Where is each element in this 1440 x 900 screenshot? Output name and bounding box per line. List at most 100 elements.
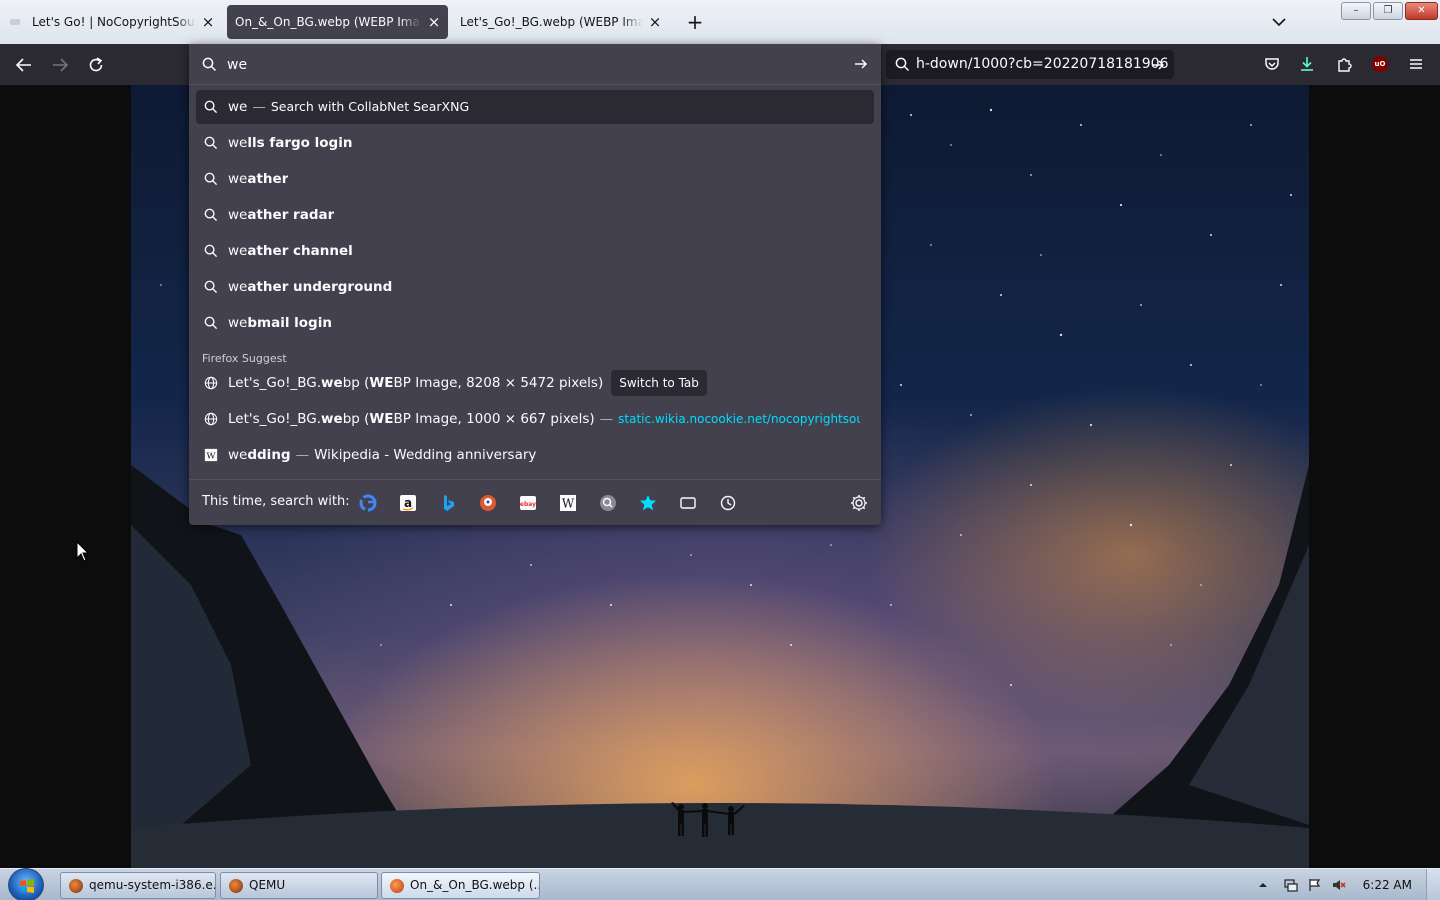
history-icon[interactable]: [718, 493, 738, 513]
chevron-down-icon: [1272, 18, 1286, 27]
separator-dash: —: [295, 447, 310, 463]
searxng-icon[interactable]: [598, 493, 618, 513]
firefox-icon: [390, 879, 404, 893]
wikipedia-icon: W: [204, 448, 218, 462]
suggestion-search-engine[interactable]: we — Search with CollabNet SearXNG: [196, 90, 874, 124]
arrow-right-icon: [53, 58, 69, 72]
taskbar-item-firefox[interactable]: On_&_On_BG.webp (...: [381, 872, 540, 899]
new-tab-button[interactable]: +: [684, 8, 706, 36]
taskbar-item-qemu-system[interactable]: qemu-system-i386.e...: [60, 872, 216, 899]
list-all-tabs-button[interactable]: [1268, 10, 1290, 34]
duckduckgo-icon[interactable]: [478, 493, 498, 513]
suggestion-item[interactable]: weather underground: [196, 270, 874, 304]
separator-dash: —: [252, 99, 266, 115]
tab-close-icon[interactable]: ×: [426, 5, 442, 39]
search-icon: [204, 136, 218, 150]
windows-taskbar: qemu-system-i386.e... QEMU On_&_On_BG.we…: [0, 868, 1440, 900]
tab-close-icon[interactable]: ×: [647, 5, 663, 39]
reload-button[interactable]: [83, 52, 109, 78]
search-icon: [204, 172, 218, 186]
search-settings-button[interactable]: [849, 493, 869, 513]
suggestion-item[interactable]: weather channel: [196, 234, 874, 268]
tab-title: Let's Go! | NoCopyrightSounds: [32, 15, 196, 29]
suggestion-typed: we: [228, 207, 248, 223]
search-icon: [204, 244, 218, 258]
tab-lets-go[interactable]: Let's Go! | NoCopyrightSounds ×: [8, 5, 222, 39]
network-icon[interactable]: [1284, 878, 1298, 892]
tabs-icon[interactable]: [678, 493, 698, 513]
suggestion-typed: we: [228, 135, 248, 151]
suggestion-item[interactable]: wells fargo login: [196, 126, 874, 160]
urlbar-secondary-text: h-down/1000?cb=20220718181906: [916, 56, 1169, 72]
suggestion-typed: we: [228, 243, 248, 259]
tab-close-icon[interactable]: ×: [200, 5, 216, 39]
bing-icon[interactable]: [438, 493, 458, 513]
separator-dash: —: [599, 411, 614, 427]
svg-text:ebay: ebay: [520, 501, 536, 508]
close-window-button[interactable]: ✕: [1405, 2, 1438, 20]
downloads-button[interactable]: [1296, 53, 1318, 75]
show-desktop-button[interactable]: [1426, 869, 1440, 900]
download-icon: [1301, 57, 1313, 71]
tab-title: Let's_Go!_BG.webp (WEBP Image, 8208 × 54…: [460, 15, 643, 29]
minimize-button[interactable]: –: [1341, 2, 1371, 20]
search-icon: [204, 100, 218, 114]
ublock-origin-icon[interactable]: uO: [1372, 56, 1388, 72]
taskbar-item-label: QEMU: [249, 878, 286, 892]
back-button[interactable]: [11, 52, 37, 78]
search-icon: [202, 57, 217, 72]
people-silhouette: [671, 802, 745, 837]
suggestion-completion: ather channel: [247, 243, 353, 259]
firefox-suggest-label: Firefox Suggest: [202, 352, 287, 365]
hamburger-menu-icon: [1410, 59, 1422, 69]
show-hidden-icons-icon[interactable]: [1256, 878, 1270, 892]
suggestion-completion: bmail login: [247, 315, 332, 331]
qemu-icon: [229, 879, 243, 893]
system-tray: 6:22 AM: [1250, 869, 1440, 900]
suggestion-item[interactable]: webmail login: [196, 306, 874, 340]
taskbar-item-label: On_&_On_BG.webp (...: [410, 878, 540, 892]
suggestion-history[interactable]: Let's_Go!_BG.webp (WEBP Image, 1000 × 66…: [196, 402, 874, 436]
wikipedia-icon[interactable]: W: [558, 493, 578, 513]
system-clock[interactable]: 6:22 AM: [1363, 869, 1412, 900]
suggestion-typed: we: [228, 447, 248, 463]
action-center-flag-icon[interactable]: [1308, 878, 1322, 892]
search-icon: [204, 316, 218, 330]
forward-button[interactable]: [47, 52, 73, 78]
result-title-match: we: [321, 375, 343, 391]
globe-icon: [204, 412, 218, 426]
google-icon[interactable]: [358, 493, 378, 513]
app-menu-button[interactable]: [1405, 53, 1427, 75]
go-arrow-icon[interactable]: [1150, 57, 1166, 73]
start-button[interactable]: [8, 868, 44, 900]
suggestion-completion: lls fargo login: [247, 135, 353, 151]
search-icon: [895, 57, 910, 72]
search-icon: [204, 208, 218, 222]
switch-to-tab-button[interactable]: Switch to Tab: [611, 370, 707, 396]
taskbar-item-qemu[interactable]: QEMU: [220, 872, 378, 899]
suggestion-completion: ather underground: [247, 279, 393, 295]
arrow-left-icon: [15, 58, 31, 72]
urlbar-input[interactable]: [227, 52, 827, 78]
tab-lets-go-bg[interactable]: Let's_Go!_BG.webp (WEBP Image, 8208 × 54…: [452, 5, 669, 39]
urlbar-overflow-text[interactable]: h-down/1000?cb=20220718181906: [886, 50, 1174, 79]
suggestion-wikipedia[interactable]: W wedding — Wikipedia - Wedding anniversar…: [196, 438, 874, 472]
bookmarks-icon[interactable]: [638, 493, 658, 513]
svg-text:a: a: [404, 496, 412, 510]
suggestion-item[interactable]: weather radar: [196, 198, 874, 232]
extensions-button[interactable]: [1333, 53, 1355, 75]
urlbar: [189, 44, 881, 85]
amazon-icon[interactable]: a: [398, 493, 418, 513]
suggestion-item[interactable]: weather: [196, 162, 874, 196]
result-title-part: BP Image, 1000 × 667 pixels): [393, 411, 595, 427]
svg-text:W: W: [207, 452, 216, 462]
volume-muted-icon[interactable]: [1332, 878, 1346, 892]
tab-strip: Let's Go! | NoCopyrightSounds × On_&_On_…: [0, 0, 1440, 44]
maximize-button[interactable]: ❐: [1373, 2, 1403, 20]
pocket-button[interactable]: [1261, 53, 1283, 75]
ebay-icon[interactable]: ebay: [518, 493, 538, 513]
taskbar-item-label: qemu-system-i386.e...: [89, 878, 216, 892]
suggestion-open-tab[interactable]: Let's_Go!_BG.webp (WEBP Image, 8208 × 54…: [196, 366, 874, 400]
go-arrow-icon[interactable]: [853, 56, 869, 72]
tab-on-and-on[interactable]: On_&_On_BG.webp (WEBP Image, 8208 × 5472…: [227, 5, 448, 39]
